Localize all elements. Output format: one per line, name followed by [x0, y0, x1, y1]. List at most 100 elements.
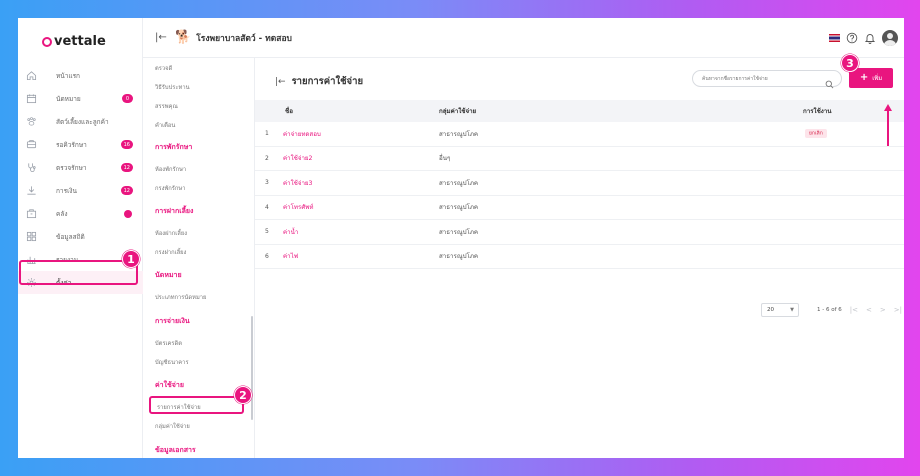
back-icon[interactable]: |←: [275, 77, 286, 87]
table-row[interactable]: 1 ค่าจ่ายทดสอบ สาธารณูปโภค ยกเลิก: [255, 122, 904, 147]
expense-group: สาธารณูปโภค: [439, 253, 479, 261]
step-marker-1: 1: [122, 250, 140, 268]
submenu-item[interactable]: บัตรเครดิต: [155, 338, 182, 348]
expense-name-link[interactable]: ค่าโทรศัพท์: [283, 202, 313, 212]
sidebar-item-label: ตรวจรักษา: [56, 163, 87, 172]
expense-group: สาธารณูปโภค: [439, 228, 479, 236]
plus-icon: +: [859, 72, 869, 83]
submenu-item[interactable]: ห้องพักรักษา: [155, 164, 186, 174]
header-actions: [829, 30, 898, 46]
submenu-item[interactable]: คำเตือน: [155, 120, 175, 130]
row-number: 4: [265, 203, 269, 211]
expense-group: สาธารณูปโภค: [439, 204, 479, 212]
sidebar-item-pets-customers[interactable]: สัตว์เลี้ยงและลูกค้า: [18, 110, 143, 133]
search-icon[interactable]: [825, 74, 834, 89]
dog-icon: 🐕: [175, 30, 192, 45]
expense-name-link[interactable]: ค่าน้ำ: [283, 227, 298, 237]
submenu-scrollbar[interactable]: [251, 316, 253, 420]
pagination: 20 ▼ 1 - 6 of 6 |< < > >|: [761, 303, 902, 317]
column-header-group[interactable]: กลุ่มค่าใช้จ่าย: [439, 106, 476, 116]
thai-flag-icon[interactable]: [829, 34, 840, 42]
row-number: 3: [265, 179, 269, 187]
expense-name-link[interactable]: ค่าไฟ: [283, 251, 298, 261]
column-header-usage[interactable]: การใช้งาน: [803, 106, 832, 116]
caret-down-icon: ▼: [790, 307, 794, 313]
sidebar-item-label: คลัง: [56, 209, 68, 218]
home-icon: [24, 69, 38, 83]
submenu-item[interactable]: กรงพักรักษา: [155, 183, 186, 193]
submenu-section-title: นัดหมาย: [155, 271, 182, 279]
stats-icon: [24, 230, 38, 244]
submenu-item[interactable]: กรงฝากเลี้ยง: [155, 247, 186, 257]
sidebar-item-label: การเงิน: [56, 186, 77, 195]
app-window: vettale หน้าแรก นัดหมาย 0 สัตว์เลี้ยงและ…: [18, 18, 904, 458]
clinic-name[interactable]: โรงพยาบาลสัตว์ - ทดสอบ: [196, 31, 292, 45]
count-badge: 0: [122, 94, 133, 103]
submenu-section-title: การพักรักษา: [155, 143, 193, 151]
expense-name-link[interactable]: ค่าใช้จ่าย3: [283, 178, 313, 188]
last-page-icon[interactable]: >|: [894, 306, 902, 314]
submenu-item[interactable]: ตรวจดี: [155, 63, 172, 73]
column-header-name[interactable]: ชื่อ: [285, 106, 293, 116]
submenu-item[interactable]: วิธีรับประทาน: [155, 82, 190, 92]
vettale-logo[interactable]: vettale: [42, 34, 106, 49]
add-button[interactable]: + เพิ่ม: [849, 68, 893, 88]
user-avatar[interactable]: [882, 30, 898, 46]
submenu-section-title: ข้อมูลเอกสาร: [155, 446, 196, 454]
usage-cell: ยกเลิก: [805, 129, 827, 139]
count-badge: 12: [120, 186, 133, 195]
sidebar-item-statistics[interactable]: ข้อมูลสถิติ: [18, 225, 143, 248]
row-number: 2: [265, 154, 269, 162]
sidebar-item-treatment[interactable]: ตรวจรักษา 12: [18, 156, 143, 179]
calendar-icon: [24, 92, 38, 106]
annotation-arrow-head: [884, 104, 892, 111]
annotation-arrow-line: [887, 110, 889, 146]
expense-name-link[interactable]: ค่าใช้จ่าย2: [283, 153, 313, 163]
table-row[interactable]: 2 ค่าใช้จ่าย2 อื่นๆ: [255, 147, 904, 171]
expense-name-link[interactable]: ค่าจ่ายทดสอบ: [283, 129, 321, 139]
expense-group: อื่นๆ: [439, 155, 451, 163]
step-marker-3: 3: [841, 54, 859, 72]
collapse-sidebar-icon[interactable]: |←: [155, 32, 167, 43]
queue-icon: [24, 138, 38, 152]
submenu-item[interactable]: สรรพคุณ: [155, 101, 178, 111]
first-page-icon[interactable]: |<: [850, 306, 858, 314]
table-row[interactable]: 5 ค่าน้ำ สาธารณูปโภค: [255, 220, 904, 245]
table-header: ชื่อ กลุ่มค่าใช้จ่าย การใช้งาน: [255, 100, 904, 122]
settings-highlight: [19, 260, 138, 285]
sidebar-item-inventory[interactable]: คลัง: [18, 202, 143, 225]
paw-icon: [24, 115, 38, 129]
page-size-value: 20: [767, 307, 774, 313]
next-page-icon[interactable]: >: [880, 306, 886, 314]
page-size-select[interactable]: 20 ▼: [761, 303, 799, 317]
page-title: |← รายการค่าใช้จ่าย: [275, 74, 363, 89]
submenu-section-title: การฝากเลี้ยง: [155, 207, 194, 215]
table-row[interactable]: 4 ค่าโทรศัพท์ สาธารณูปโภค: [255, 196, 904, 220]
count-badge: 16: [120, 140, 133, 149]
finance-icon: [24, 184, 38, 198]
submenu-item[interactable]: กลุ่มค่าใช้จ่าย: [155, 421, 190, 431]
sidebar-item-appointments[interactable]: นัดหมาย 0: [18, 87, 143, 110]
table-row[interactable]: 6 ค่าไฟ สาธารณูปโภค: [255, 245, 904, 269]
submenu-item[interactable]: ประเภทการนัดหมาย: [155, 292, 206, 302]
submenu-item[interactable]: ห้องฝากเลี้ยง: [155, 228, 187, 238]
sidebar-item-finance[interactable]: การเงิน 12: [18, 179, 143, 202]
sidebar-item-home[interactable]: หน้าแรก: [18, 64, 143, 87]
sidebar-item-waiting-queue[interactable]: รอคิวรักษา 16: [18, 133, 143, 156]
sidebar-item-label: นัดหมาย: [56, 94, 81, 103]
expense-group: สาธารณูปโภค: [439, 179, 479, 187]
row-number: 6: [265, 252, 269, 260]
bell-icon[interactable]: [864, 32, 876, 44]
logo-mark-icon: [42, 36, 52, 47]
status-badge: ยกเลิก: [805, 129, 827, 139]
page-range: 1 - 6 of 6: [817, 307, 842, 313]
search-input[interactable]: [692, 70, 842, 87]
prev-page-icon[interactable]: <: [866, 306, 872, 314]
submenu-item[interactable]: บัญชีธนาคาร: [155, 357, 189, 367]
step-marker-2: 2: [234, 386, 252, 404]
sidebar-item-label: ข้อมูลสถิติ: [56, 232, 85, 241]
table-row[interactable]: 3 ค่าใช้จ่าย3 สาธารณูปโภค: [255, 171, 904, 196]
page-title-text: รายการค่าใช้จ่าย: [291, 76, 364, 87]
help-icon[interactable]: [846, 32, 858, 44]
main-sidebar: vettale หน้าแรก นัดหมาย 0 สัตว์เลี้ยงและ…: [18, 18, 143, 458]
